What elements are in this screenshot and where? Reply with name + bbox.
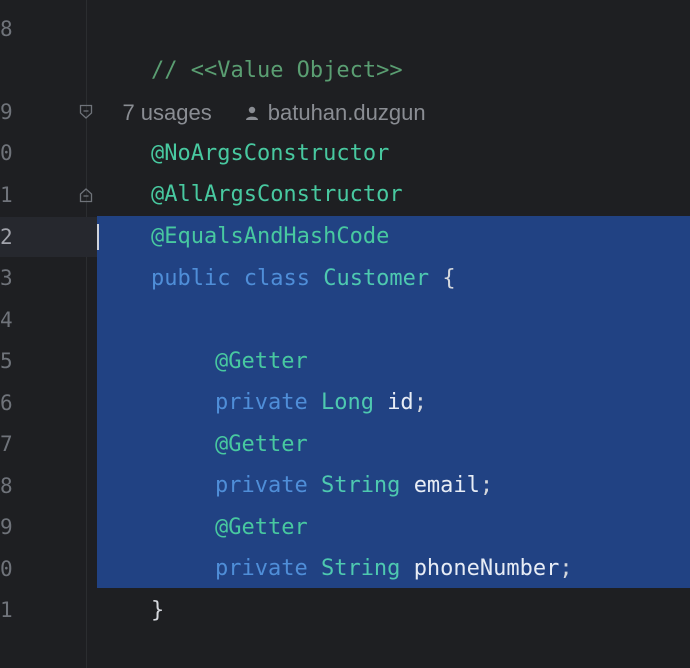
code-line-field[interactable]: private Long id; [162, 340, 427, 415]
current-line-highlight [0, 217, 98, 257]
code-line-getter[interactable]: @Getter [162, 299, 308, 374]
inlay-hint[interactable]: 7 usages batuhan.duzgun [98, 50, 425, 125]
field-email: email [413, 473, 480, 498]
code-line-annotation[interactable]: @EqualsAndHashCode [98, 174, 389, 249]
line-number[interactable]: 1 [0, 174, 13, 216]
type-string: String [320, 473, 401, 498]
code-line-class-decl[interactable]: public class Customer { [98, 216, 456, 291]
line-number[interactable]: 5 [0, 340, 13, 382]
line-number[interactable]: 4 [0, 299, 13, 341]
gutter-divider [86, 0, 87, 668]
semicolon: ; [479, 473, 494, 498]
type-long: Long [320, 390, 374, 415]
code-line-annotation[interactable]: @NoArgsConstructor [98, 91, 389, 166]
line-number[interactable]: 6 [0, 382, 13, 424]
close-brace: } [150, 598, 165, 623]
code-editor[interactable]: 8 9 0 1 2 3 4 5 6 7 8 9 0 1 // <<Value O… [0, 0, 690, 668]
line-number[interactable]: 9 [0, 506, 13, 548]
open-brace: { [429, 266, 456, 291]
line-number[interactable]: 2 [0, 216, 13, 258]
line-number[interactable]: 0 [0, 548, 13, 590]
line-number[interactable]: 3 [0, 257, 13, 299]
code-line-getter[interactable]: @Getter [162, 382, 308, 457]
code-line-close[interactable]: } [98, 548, 164, 623]
keyword-class: class [243, 266, 310, 291]
code-line-getter[interactable]: @Getter [162, 465, 308, 540]
class-name: Customer [323, 266, 430, 291]
semicolon: ; [413, 390, 427, 415]
type-string: String [320, 556, 401, 581]
line-number[interactable]: 0 [0, 132, 13, 174]
semicolon: ; [559, 556, 573, 581]
line-number[interactable]: 9 [0, 91, 13, 133]
field-id: id [387, 390, 414, 415]
keyword-public: public [150, 266, 231, 291]
code-line-field[interactable]: private String phoneNumber; [162, 506, 573, 581]
text-caret [97, 224, 99, 250]
field-phone-number: phoneNumber [413, 556, 560, 581]
code-line-field[interactable]: private String email; [162, 423, 493, 498]
code-line-comment[interactable]: // <<Value Object>> [98, 8, 403, 83]
line-number[interactable]: 8 [0, 465, 13, 507]
fold-marker-icon[interactable] [79, 104, 93, 120]
line-number[interactable]: 8 [0, 8, 13, 50]
keyword-private: private [214, 556, 308, 581]
code-line-annotation[interactable]: @AllArgsConstructor [98, 132, 403, 207]
line-number[interactable]: 1 [0, 589, 13, 631]
fold-marker-icon[interactable] [79, 187, 93, 203]
line-number[interactable]: 7 [0, 423, 13, 465]
